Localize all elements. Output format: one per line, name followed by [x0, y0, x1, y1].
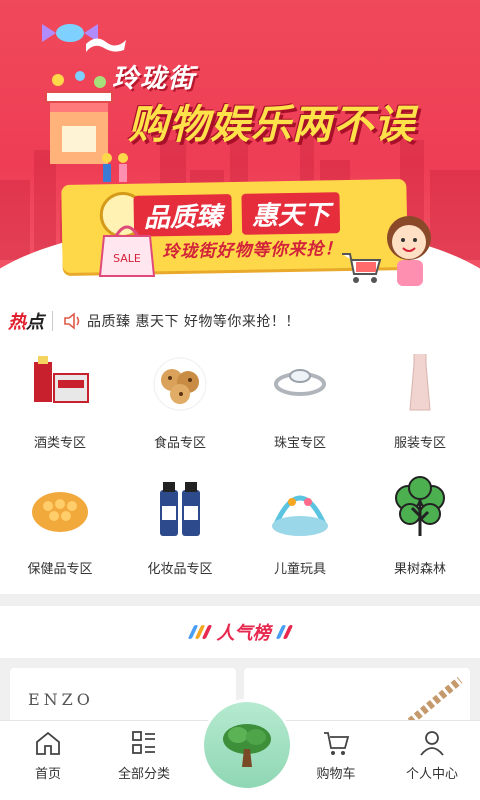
brand-slogan-big: 购物娱乐两不误 [128, 102, 415, 148]
category-label: 保健品专区 [27, 562, 93, 577]
hot-label-red: 热 [8, 312, 26, 333]
speaker-icon [64, 312, 80, 330]
honeycomb-icon [28, 476, 92, 540]
category-label: 化妆品专区 [147, 562, 213, 577]
list-icon [132, 731, 155, 754]
category-item-health[interactable]: 保健品专区 [0, 468, 120, 594]
category-item-toys[interactable]: 儿童玩具 [240, 468, 360, 594]
category-label: 服装专区 [393, 436, 446, 451]
flag-icon [86, 38, 126, 52]
cartoon-girl-icon [387, 216, 431, 286]
category-item-clothing[interactable]: 服装专区 [360, 342, 480, 468]
slogan-main: 品质臻 惠天下 [133, 192, 341, 237]
tab-categories[interactable]: 全部分类 [96, 721, 192, 800]
dress-icon [388, 350, 452, 414]
category-label: 果树森林 [393, 562, 446, 577]
slogan-right: 惠天下 [241, 192, 341, 235]
news-divider [52, 311, 53, 331]
tab-label: 全部分类 [117, 767, 170, 782]
section-divider [0, 594, 480, 606]
user-icon [420, 731, 444, 756]
tab-label: 个人中心 [405, 767, 458, 782]
category-label: 食品专区 [153, 436, 206, 451]
cart-icon [324, 732, 350, 755]
news-ticker[interactable]: 热点 品质臻 惠天下 好物等你来抢！！ [0, 300, 480, 342]
category-label: 儿童玩具 [273, 562, 326, 577]
hot-label-black: 点 [26, 312, 44, 333]
tree-icon [223, 724, 271, 767]
tab-home[interactable]: 首页 [0, 721, 96, 800]
baby-gym-icon [268, 476, 332, 540]
center-forest-button[interactable] [204, 702, 290, 788]
category-item-forest[interactable]: 果树森林 [360, 468, 480, 594]
tab-cart[interactable]: 购物车 [288, 721, 384, 800]
cosmetics-icon [148, 476, 212, 540]
category-label: 酒类专区 [33, 436, 86, 451]
category-label: 珠宝专区 [273, 436, 326, 451]
tab-label: 首页 [34, 767, 61, 782]
sale-text: SALE [113, 252, 141, 265]
cookies-icon [148, 350, 212, 414]
promo-banner[interactable]: 玲珑街 购物娱乐两不误 品质臻 惠天下 玲珑街好物等你来抢！ SALE [0, 0, 480, 300]
category-item-food[interactable]: 食品专区 [120, 342, 240, 468]
news-text: 品质臻 惠天下 好物等你来抢！！ [87, 314, 300, 330]
liquor-icon [28, 350, 92, 414]
brand-name-small: 玲珑街 [112, 64, 197, 94]
home-icon [36, 731, 60, 755]
category-item-jewelry[interactable]: 珠宝专区 [240, 342, 360, 468]
slashes-right-icon [275, 625, 293, 639]
category-grid: 酒类专区 食品专区 珠宝专区 服装专区 保健品专区 化妆品专区 儿童玩具 果树森… [0, 342, 480, 594]
sale-bag-icon: SALE [98, 225, 156, 277]
ring-icon [268, 350, 332, 414]
popular-header: 人气榜 [0, 606, 480, 658]
slashes-left-icon [187, 625, 212, 639]
hot-label: 热点 [8, 308, 44, 334]
slogan-subtitle: 玲珑街好物等你来抢！ [162, 239, 343, 263]
tab-label: 购物车 [316, 767, 356, 782]
category-item-liquor[interactable]: 酒类专区 [0, 342, 120, 468]
category-item-cosmetics[interactable]: 化妆品专区 [120, 468, 240, 594]
app-screen: 玲珑街 购物娱乐两不误 品质臻 惠天下 玲珑街好物等你来抢！ SALE 热点 品… [0, 0, 480, 800]
popular-title: 人气榜 [216, 623, 271, 644]
tab-profile[interactable]: 个人中心 [384, 721, 480, 800]
tree-icon [388, 476, 452, 540]
product-brand: ENZO [28, 690, 94, 709]
